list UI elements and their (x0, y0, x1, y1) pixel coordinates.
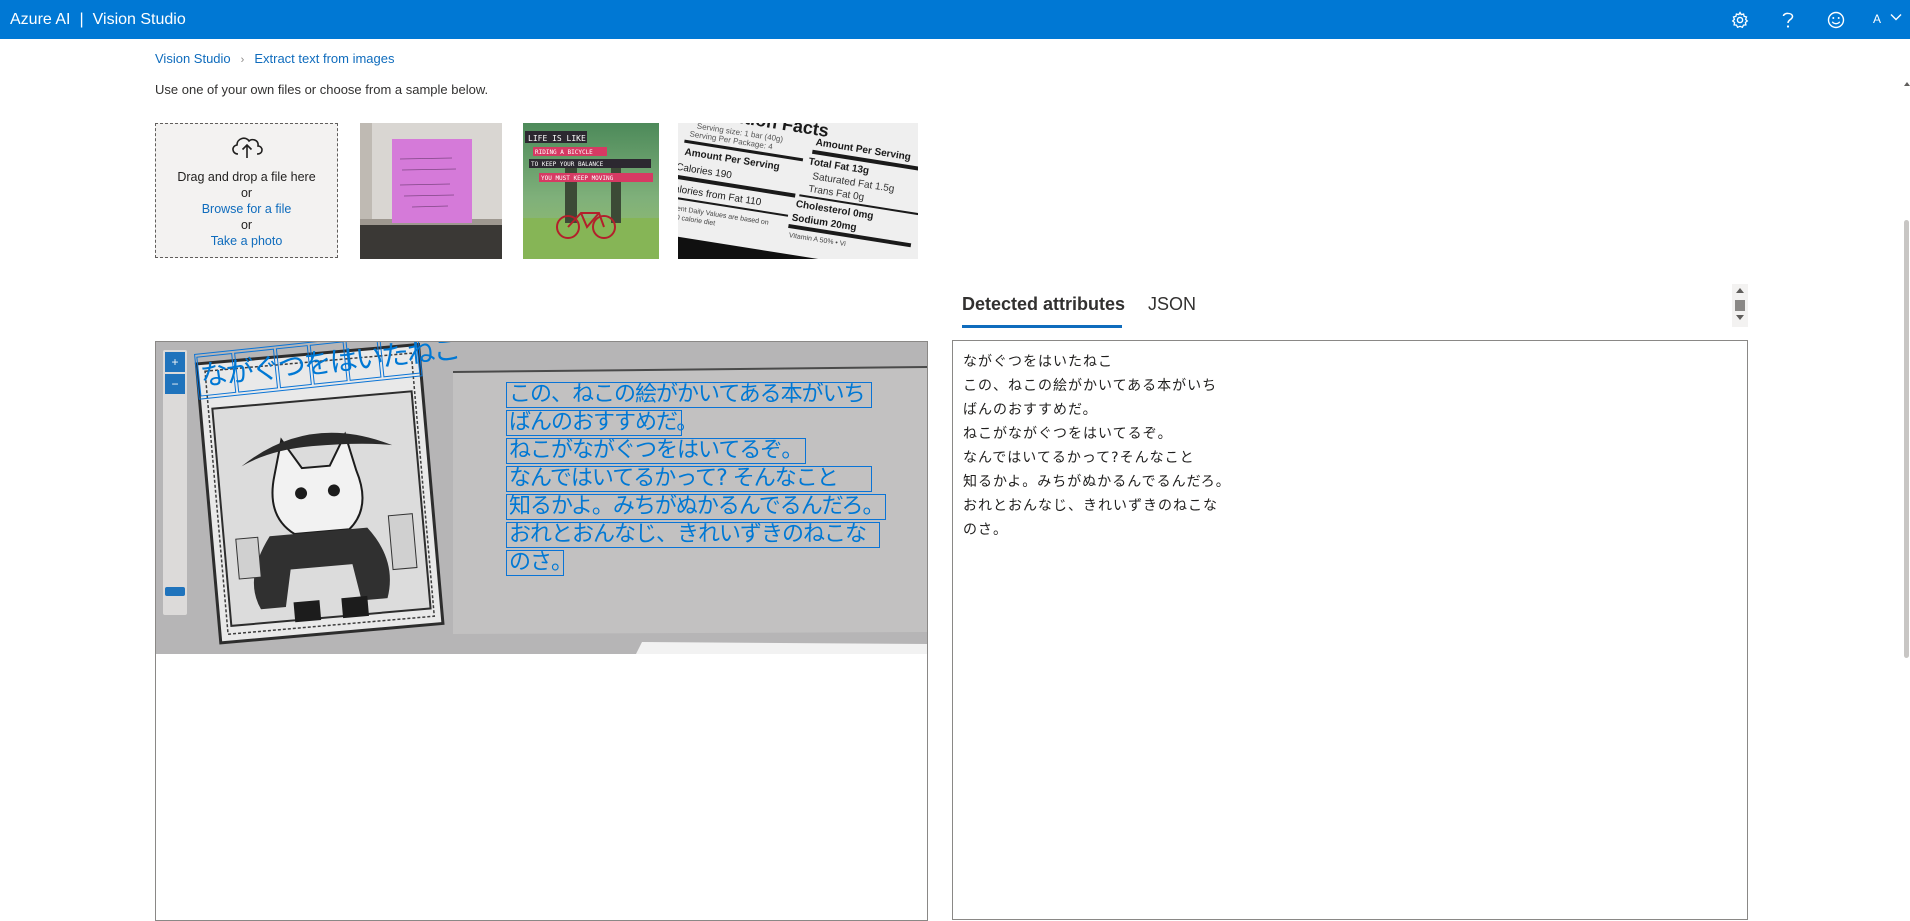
feedback-smiley-icon[interactable] (1825, 9, 1847, 31)
scroll-up-arrow-icon[interactable] (1736, 288, 1744, 293)
or-text-2: or (240, 218, 253, 232)
zoom-out-button[interactable]: − (165, 374, 185, 394)
result-line-4: ねこがながぐつをはいてるぞ。 (963, 426, 1173, 442)
detected-attributes-panel[interactable]: ながぐつをはいたねこ この、ねこの絵がかいてある本がいち ばんのおすすめだ。 ね… (952, 340, 1748, 920)
scroll-down-arrow-icon[interactable] (1736, 315, 1744, 320)
sample-image-life-is-like[interactable]: LIFE IS LIKE RIDING A BICYCLE TO KEEP YO… (523, 123, 659, 259)
ocr-line-box[interactable] (506, 466, 872, 492)
image-viewer[interactable]: ながぐつをはいたねこ この、ねこの絵がかいてある本がいち ばんのおすすめだ。 ね… (155, 341, 928, 921)
breadcrumb: Vision Studio › Extract text from images (155, 51, 394, 66)
breadcrumb-extract-text[interactable]: Extract text from images (254, 51, 394, 66)
result-line-5: なんではいてるかって?そんなこと (963, 450, 1195, 466)
tab-json[interactable]: JSON (1148, 294, 1196, 315)
ocr-line-box[interactable] (506, 382, 872, 408)
help-icon[interactable] (1777, 9, 1799, 31)
breadcrumb-separator: › (240, 54, 245, 66)
brand[interactable]: Azure AI | Vision Studio (10, 10, 186, 29)
browse-file-link[interactable]: Browse for a file (156, 201, 337, 217)
take-photo-link[interactable]: Take a photo (156, 233, 337, 249)
sample-image-sticky-note[interactable] (360, 123, 502, 259)
result-line-2: この、ねこの絵がかいてある本がいち (963, 378, 1218, 394)
ocr-line-box[interactable] (506, 550, 564, 576)
account-initial[interactable]: A (1873, 12, 1881, 26)
file-drop-zone[interactable]: Drag and drop a file here or Browse for … (155, 123, 338, 258)
result-line-7: おれとおんなじ、きれいずきのねこな (963, 498, 1218, 514)
page-scrollbar[interactable] (1903, 80, 1910, 913)
tabs-scroll-thumb[interactable] (1735, 300, 1745, 311)
brand-separator: | (79, 11, 84, 28)
tab-detected-attributes[interactable]: Detected attributes (962, 294, 1125, 328)
product-name: Vision Studio (92, 11, 186, 28)
zoom-slider-thumb[interactable] (165, 587, 185, 596)
sample-caption-3: TO KEEP YOUR BALANCE (531, 161, 604, 168)
result-line-3: ばんのおすすめだ。 (963, 402, 1098, 418)
top-bar: Azure AI | Vision Studio A (0, 0, 1910, 39)
page-scroll-thumb[interactable] (1904, 220, 1909, 658)
or-text-1: or (240, 186, 253, 200)
instructions-text: Use one of your own files or choose from… (155, 82, 489, 97)
gear-icon[interactable] (1729, 9, 1751, 31)
result-line-6: 知るかよ。みちがぬかるんでるんだろ。 (963, 474, 1231, 490)
result-line-1: ながぐつをはいたねこ (963, 354, 1113, 370)
ocr-line-box[interactable] (506, 522, 880, 548)
ocr-line-box[interactable] (506, 438, 806, 464)
cloud-upload-icon (229, 134, 265, 163)
sample-caption-2: RIDING A BICYCLE (535, 149, 593, 156)
sample-caption-4: YOU MUST KEEP MOVING (541, 175, 614, 182)
sample-caption-1: LIFE IS LIKE (528, 134, 586, 143)
tabs-scrollbar[interactable] (1732, 284, 1748, 327)
sample-image-nutrition-facts[interactable]: Nutrition Facts Serving size: 1 bar (40g… (678, 123, 918, 259)
ocr-line-box[interactable] (506, 494, 886, 520)
breadcrumb-vision-studio[interactable]: Vision Studio (155, 51, 231, 66)
chevron-down-icon[interactable] (1889, 10, 1903, 29)
drag-drop-text: Drag and drop a file here (177, 170, 316, 184)
zoom-control: + − (163, 350, 187, 615)
result-line-8: のさ。 (963, 522, 1008, 538)
ocr-line-box[interactable] (506, 410, 682, 436)
zoom-in-button[interactable]: + (165, 352, 185, 372)
brand-name: Azure AI (10, 11, 71, 28)
page-scroll-up-icon[interactable] (1904, 82, 1910, 86)
